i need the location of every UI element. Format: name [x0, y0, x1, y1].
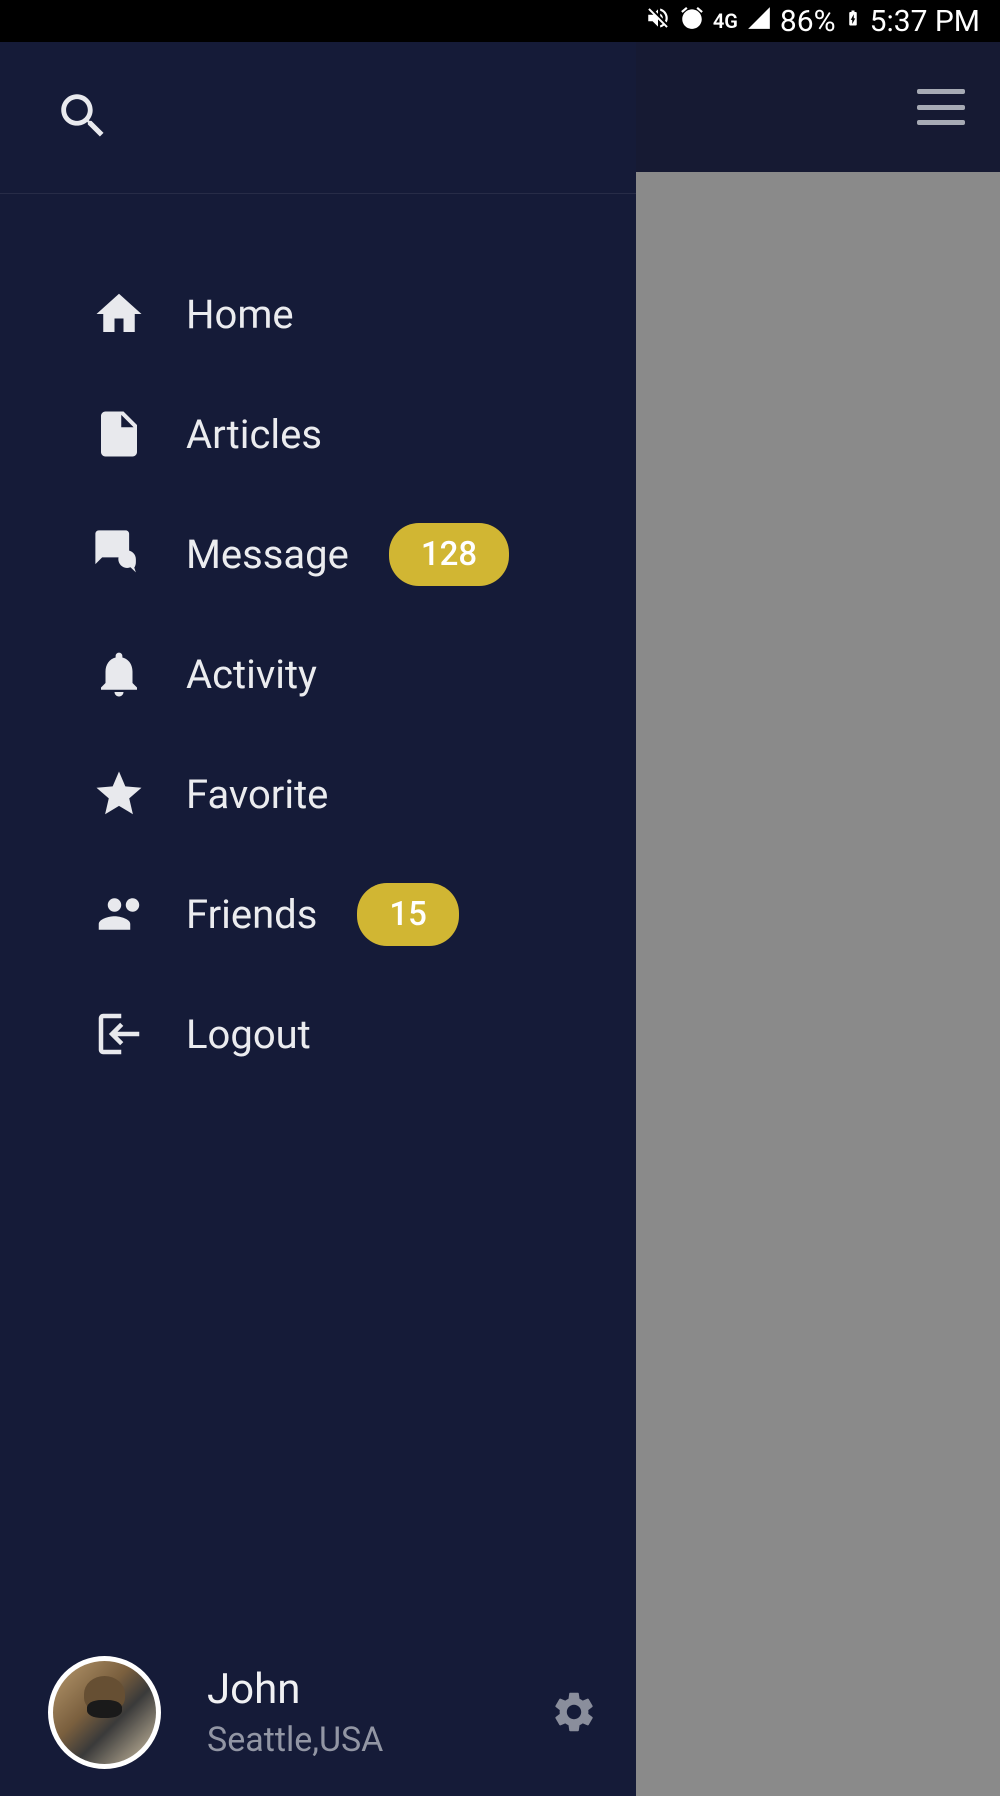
status-bar: 4G 86% 5:37 PM: [0, 0, 1000, 42]
alarm-icon: [679, 4, 705, 39]
menu-item-articles[interactable]: Articles: [0, 374, 636, 494]
menu-item-friends[interactable]: Friends 15: [0, 854, 636, 974]
menu-label: Home: [186, 291, 294, 338]
clock-time: 5:37 PM: [870, 4, 980, 39]
home-icon: [92, 287, 146, 341]
menu-item-home[interactable]: Home: [0, 254, 636, 374]
nav-drawer: Home Articles Message 128 Activity: [0, 42, 636, 1796]
people-icon: [92, 887, 146, 941]
drawer-header: [0, 42, 636, 194]
app-screen: Home Articles Message 128 Activity: [0, 42, 1000, 1796]
menu-label: Articles: [186, 411, 322, 458]
profile-row[interactable]: John Seattle,USA: [0, 1628, 636, 1796]
bell-icon: [92, 647, 146, 701]
signal-icon: [746, 4, 772, 39]
status-icons: 4G 86% 5:37 PM: [645, 4, 980, 39]
message-badge: 128: [389, 523, 509, 586]
logout-icon: [92, 1007, 146, 1061]
menu-item-message[interactable]: Message 128: [0, 494, 636, 614]
search-icon[interactable]: [54, 87, 112, 149]
mute-icon: [645, 4, 671, 39]
profile-name: John: [207, 1665, 550, 1714]
avatar[interactable]: [48, 1656, 161, 1769]
menu-item-favorite[interactable]: Favorite: [0, 734, 636, 854]
menu-label: Activity: [186, 651, 317, 698]
friends-badge: 15: [357, 883, 459, 946]
profile-location: Seattle,USA: [207, 1720, 550, 1760]
menu-label: Friends: [186, 891, 317, 938]
menu-label: Logout: [186, 1011, 311, 1058]
menu-label: Message: [186, 531, 349, 578]
menu-list: Home Articles Message 128 Activity: [0, 194, 636, 1628]
star-icon: [92, 767, 146, 821]
menu-item-logout[interactable]: Logout: [0, 974, 636, 1094]
menu-item-activity[interactable]: Activity: [0, 614, 636, 734]
document-icon: [92, 407, 146, 461]
hamburger-icon[interactable]: [917, 89, 965, 125]
profile-text: John Seattle,USA: [207, 1665, 550, 1760]
chat-icon: [92, 527, 146, 581]
gear-icon[interactable]: [550, 1688, 598, 1736]
battery-icon: [844, 4, 862, 39]
battery-pct: 86%: [780, 4, 836, 39]
menu-label: Favorite: [186, 771, 328, 818]
network-icon: 4G: [713, 9, 738, 33]
